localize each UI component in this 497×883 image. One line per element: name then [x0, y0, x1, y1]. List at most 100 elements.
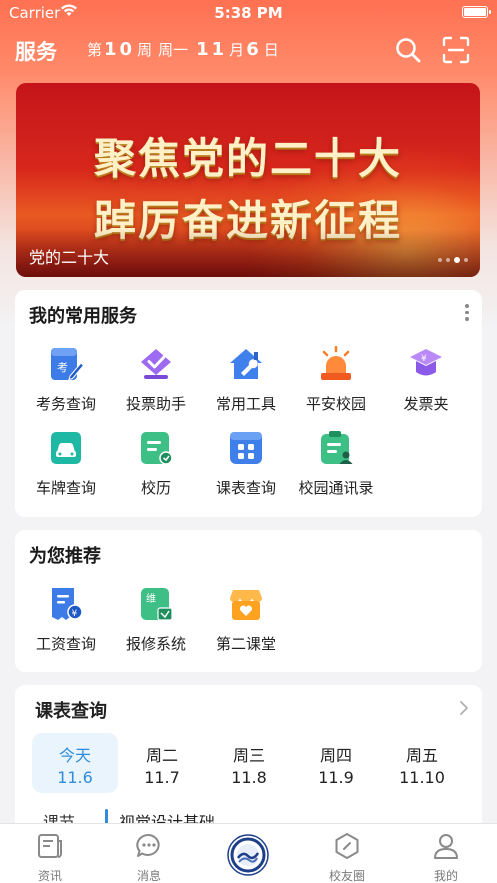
day-date: 11.7 — [144, 768, 180, 787]
banner-page-dots[interactable] — [438, 257, 468, 263]
timetable-icon — [230, 432, 262, 464]
service-label: 校园通讯录 — [298, 479, 374, 497]
weekday: 周一 — [158, 41, 189, 59]
promo-banner[interactable]: 聚焦党的二十大 踔厉奋进新征程 党的二十大 — [16, 83, 480, 277]
service-salary-query[interactable]: ¥ 工资查询 — [21, 586, 111, 654]
page-dot-active — [454, 257, 460, 263]
tab-profile[interactable]: 我的 — [411, 832, 481, 883]
service-second-classroom[interactable]: 第二课堂 — [201, 586, 291, 654]
day-suffix: 日 — [263, 41, 279, 59]
service-exam-query[interactable]: 考 考务查询 — [21, 346, 111, 414]
page-dot — [446, 258, 450, 262]
banner-caption: 党的二十大 — [29, 248, 110, 267]
day-tab-thu[interactable]: 周四 11.9 — [293, 733, 379, 793]
day-date: 11.10 — [399, 768, 445, 787]
alumni-icon — [335, 833, 359, 859]
day-date: 11.6 — [57, 768, 93, 787]
tab-news[interactable]: 资讯 — [15, 832, 85, 883]
service-label: 报修系统 — [125, 635, 186, 653]
svg-text:¥: ¥ — [72, 609, 78, 619]
more-options-icon[interactable] — [464, 304, 470, 324]
service-plate-query[interactable]: 车牌查询 — [21, 430, 111, 498]
exam-edit-icon: 考 — [51, 348, 85, 381]
news-icon — [38, 834, 62, 858]
day-tab-tue[interactable]: 周二 11.7 — [119, 733, 205, 793]
tab-label: 资讯 — [37, 869, 62, 883]
tab-alumni[interactable]: 校友圈 — [312, 832, 382, 883]
day-name: 周二 — [145, 746, 178, 765]
service-label: 考务查询 — [35, 395, 96, 413]
service-label: 投票助手 — [125, 395, 186, 413]
status-bar: Carrier 5:38 PM — [0, 0, 497, 26]
service-safe-campus[interactable]: 平安校园 — [291, 345, 381, 414]
school-logo-icon[interactable] — [227, 834, 269, 876]
scan-icon[interactable] — [442, 36, 470, 64]
service-campus-contacts[interactable]: 校园通讯录 — [291, 430, 381, 498]
month-number: 11 — [196, 39, 228, 60]
profile-icon — [434, 834, 458, 859]
page-title: 服务 — [15, 40, 57, 64]
page-dot — [464, 258, 468, 262]
day-name: 今天 — [58, 746, 91, 765]
day-tab-fri[interactable]: 周五 11.10 — [379, 733, 465, 793]
timetable-title: 课表查询 — [35, 701, 107, 722]
recommended-card: 为您推荐 ¥ 工资查询 维 报修系统 第二课堂 — [15, 530, 482, 672]
calendar-doc-icon — [141, 432, 173, 465]
shop-heart-icon — [230, 590, 262, 620]
service-label: 常用工具 — [215, 395, 276, 413]
day-number: 6 — [246, 39, 262, 60]
day-date: 11.8 — [231, 768, 267, 787]
service-school-calendar[interactable]: 校历 — [111, 430, 201, 498]
battery-icon — [462, 6, 491, 18]
day-tab-wed[interactable]: 周三 11.8 — [206, 733, 292, 793]
page-dot — [438, 258, 442, 262]
chevron-right-icon[interactable] — [458, 699, 470, 717]
tab-label: 校友圈 — [328, 869, 365, 883]
day-tab-today[interactable]: 今天 11.6 — [32, 733, 118, 793]
tab-label: 消息 — [136, 869, 161, 883]
service-label: 校历 — [140, 479, 171, 497]
service-label: 车牌查询 — [35, 479, 96, 497]
svg-text:维: 维 — [146, 592, 156, 605]
day-date: 11.9 — [318, 768, 354, 787]
house-wrench-icon — [230, 349, 262, 379]
alarm-light-icon — [321, 345, 351, 380]
message-icon — [136, 833, 160, 857]
contacts-icon — [321, 431, 353, 464]
banner-headline-1: 聚焦党的二十大 — [93, 134, 402, 183]
service-vote-assistant[interactable]: 投票助手 — [111, 346, 201, 414]
search-icon[interactable] — [394, 36, 422, 64]
svg-text:¥: ¥ — [421, 354, 427, 364]
week-date-info: 第 10 周 周一 11 月 6 日 — [87, 39, 279, 60]
service-label: 工资查询 — [35, 635, 96, 653]
service-label: 课表查询 — [215, 479, 276, 497]
service-label: 第二课堂 — [215, 635, 276, 653]
svg-text:考: 考 — [57, 361, 68, 374]
invoice-cap-icon: ¥ — [410, 349, 442, 376]
week-suffix: 周 — [137, 41, 153, 59]
day-name: 周五 — [405, 746, 438, 765]
service-timetable[interactable]: 课表查询 — [201, 430, 291, 498]
common-services-card: 我的常用服务 考 考务查询 投票助手 常用工具 平安校园 ¥ 发票夹 车牌查询 … — [15, 290, 482, 517]
month-suffix: 月 — [229, 41, 245, 59]
service-repair-system[interactable]: 维 报修系统 — [111, 586, 201, 654]
week-prefix: 第 — [87, 41, 103, 59]
tab-label: 我的 — [433, 869, 458, 883]
bottom-tab-bar: 资讯 消息 校友圈 我的 — [0, 823, 497, 883]
clock: 5:38 PM — [214, 4, 283, 22]
recommended-title: 为您推荐 — [29, 546, 101, 567]
tab-messages[interactable]: 消息 — [114, 832, 184, 883]
service-common-tools[interactable]: 常用工具 — [201, 346, 291, 414]
repair-doc-icon: 维 — [141, 588, 173, 621]
common-services-title: 我的常用服务 — [29, 306, 137, 327]
vote-check-icon — [141, 349, 171, 379]
week-number: 10 — [104, 39, 136, 60]
salary-receipt-icon: ¥ — [52, 588, 83, 620]
day-name: 周三 — [232, 746, 265, 765]
top-navbar: 服务 第 10 周 周一 11 月 6 日 — [0, 30, 497, 70]
day-name: 周四 — [319, 746, 352, 765]
service-label: 发票夹 — [403, 395, 449, 413]
service-invoice-folder[interactable]: ¥ 发票夹 — [381, 346, 471, 414]
service-label: 平安校园 — [305, 395, 366, 413]
car-plate-icon — [51, 432, 81, 464]
